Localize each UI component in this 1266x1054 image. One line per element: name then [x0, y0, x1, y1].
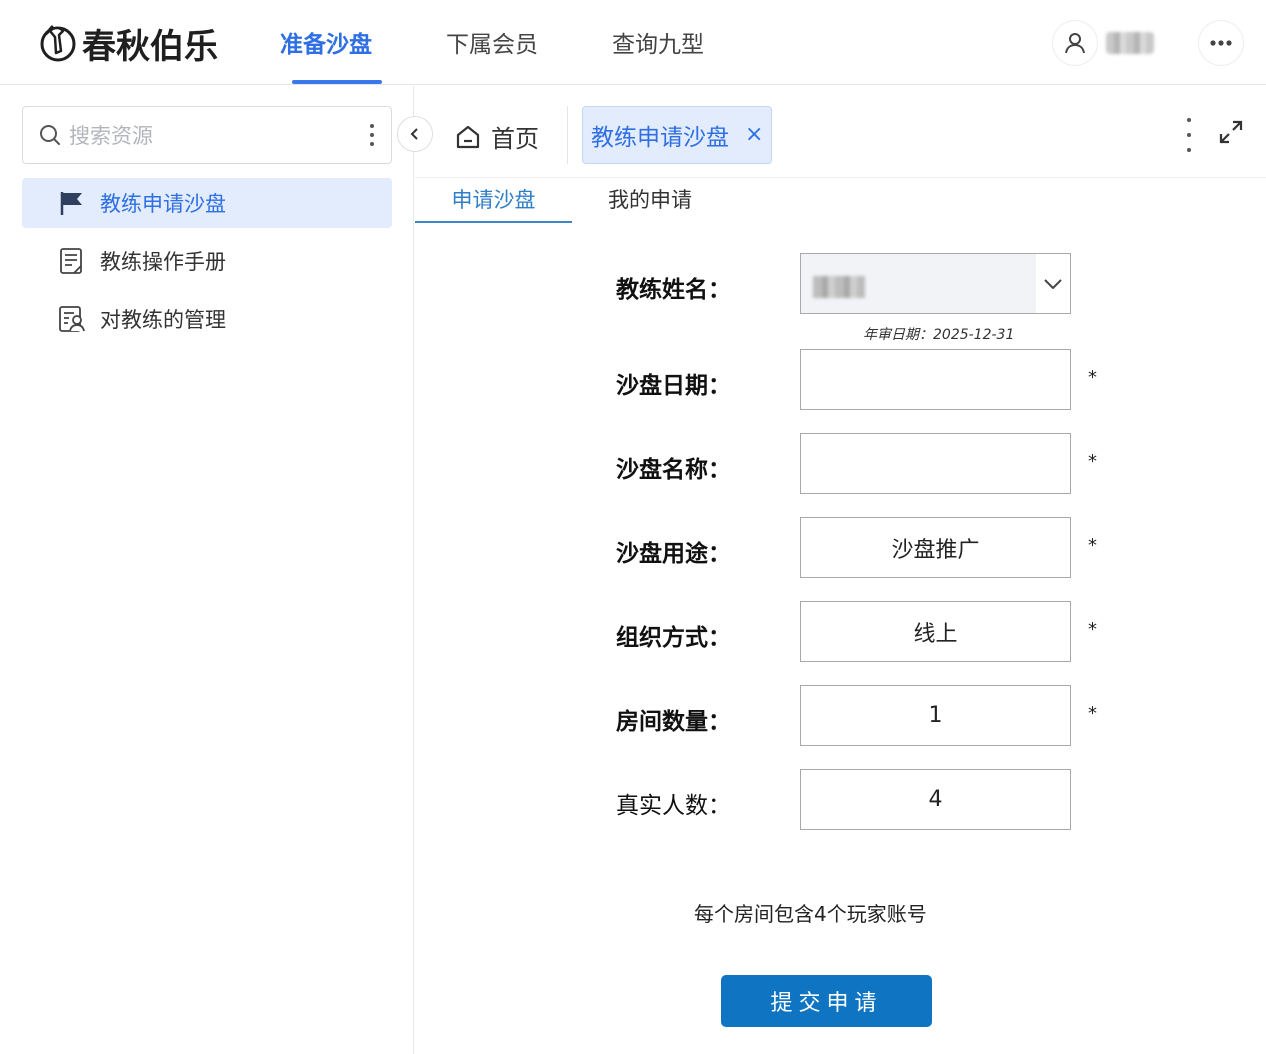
real-people-count-label: 真实人数：	[616, 793, 731, 819]
more-button[interactable]	[1198, 20, 1244, 66]
sidebar-item-label: 教练操作手册	[100, 250, 226, 274]
fullscreen-icon[interactable]	[1218, 119, 1244, 145]
real-people-count-input[interactable]: 4	[800, 769, 1071, 830]
top-nav-item-prepare-sandbox[interactable]: 准备沙盘	[260, 0, 392, 85]
top-bar: 春秋伯乐 准备沙盘 下属会员 查询九型	[0, 0, 1266, 85]
subtab-my-applications[interactable]: 我的申请	[608, 183, 692, 223]
coach-name-label: 教练姓名：	[616, 277, 731, 303]
home-icon	[456, 125, 480, 148]
search-box[interactable]: 搜索资源	[22, 106, 392, 164]
sandbox-date-input[interactable]	[800, 349, 1071, 410]
flag-icon	[58, 189, 86, 217]
tab-divider	[567, 106, 568, 164]
user-area	[1052, 20, 1244, 66]
organization-mode-input[interactable]: 线上	[800, 601, 1071, 662]
sidebar-item-label: 教练申请沙盘	[100, 192, 226, 216]
brand-logo[interactable]: 春秋伯乐	[38, 22, 218, 67]
tab-label: 教练申请沙盘	[591, 125, 729, 151]
tab-home-label: 首页	[491, 125, 539, 153]
close-icon[interactable]: ×	[745, 124, 763, 146]
tabs-bar: 首页 教练申请沙盘 ×	[415, 86, 1266, 178]
organization-mode-label: 组织方式：	[616, 625, 731, 651]
sidebar-item-label: 对教练的管理	[100, 308, 226, 332]
sidebar: 搜索资源 教练申请沙盘 教练操作手册 对教练的管理	[0, 86, 414, 1054]
horse-logo-icon	[40, 25, 76, 62]
required-mark: *	[1088, 451, 1097, 472]
more-horizontal-icon	[1210, 40, 1232, 46]
review-date-note: 年审日期：2025-12-31	[863, 327, 1015, 343]
sandbox-name-label: 沙盘名称：	[616, 457, 731, 483]
brand-name: 春秋伯乐	[82, 26, 218, 67]
user-name-redacted	[1106, 32, 1154, 54]
required-mark: *	[1088, 619, 1097, 640]
room-count-input[interactable]: 1	[800, 685, 1071, 746]
sandbox-name-input[interactable]	[800, 433, 1071, 494]
top-navigation: 准备沙盘 下属会员 查询九型	[260, 0, 758, 85]
tab-coach-apply-sandbox[interactable]: 教练申请沙盘 ×	[582, 106, 772, 164]
room-count-label: 房间数量：	[616, 709, 731, 735]
required-mark: *	[1088, 703, 1097, 724]
chevron-left-icon	[410, 128, 418, 140]
manage-icon	[58, 305, 86, 333]
sandbox-date-label: 沙盘日期：	[616, 373, 731, 399]
room-accounts-hint: 每个房间包含4个玩家账号	[694, 902, 927, 926]
sandbox-purpose-input[interactable]: 沙盘推广	[800, 517, 1071, 578]
coach-name-value-redacted	[813, 276, 865, 298]
submit-application-button[interactable]: 提交申请	[721, 975, 932, 1027]
sidebar-item-coach-manual[interactable]: 教练操作手册	[22, 236, 392, 286]
required-mark: *	[1088, 367, 1097, 388]
search-icon	[40, 125, 60, 145]
subtab-apply-sandbox[interactable]: 申请沙盘	[415, 183, 572, 223]
sidebar-item-coach-management[interactable]: 对教练的管理	[22, 294, 392, 344]
dropdown-toggle[interactable]	[1036, 254, 1070, 313]
tab-home[interactable]: 首页	[455, 119, 539, 154]
user-avatar-button[interactable]	[1052, 20, 1098, 66]
sidebar-item-coach-apply-sandbox[interactable]: 教练申请沙盘	[22, 178, 392, 228]
coach-name-select[interactable]	[800, 253, 1071, 314]
document-icon	[58, 247, 86, 275]
top-nav-item-query-enneagram[interactable]: 查询九型	[592, 0, 724, 85]
required-mark: *	[1088, 535, 1097, 556]
user-icon	[1065, 33, 1085, 54]
collapse-sidebar-button[interactable]	[397, 116, 433, 152]
sandbox-purpose-label: 沙盘用途：	[616, 541, 731, 567]
chevron-down-icon	[1044, 278, 1062, 289]
search-options-icon[interactable]	[369, 124, 375, 146]
tab-options-icon[interactable]	[1186, 118, 1192, 158]
search-input[interactable]: 搜索资源	[69, 120, 369, 150]
top-nav-item-subordinate-members[interactable]: 下属会员	[426, 0, 558, 85]
